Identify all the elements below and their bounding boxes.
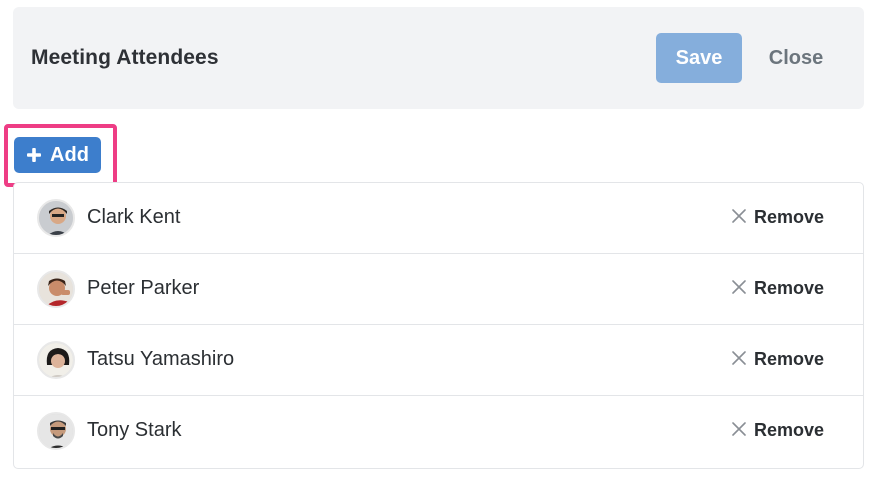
close-x-icon: [732, 207, 746, 228]
attendee-name: Clark Kent: [87, 206, 181, 228]
close-x-icon: [732, 349, 746, 370]
list-item: Tony Stark Remove: [14, 396, 863, 467]
list-item: Clark Kent Remove: [14, 183, 863, 254]
modal-header: Meeting Attendees Save Close: [13, 7, 864, 109]
plus-icon: [26, 147, 42, 163]
remove-button[interactable]: Remove: [732, 278, 824, 299]
save-button[interactable]: Save: [656, 33, 742, 83]
attendee-name: Tony Stark: [87, 419, 182, 441]
close-x-icon: [732, 278, 746, 299]
add-button-label: Add: [50, 143, 89, 166]
avatar: [37, 199, 75, 237]
remove-button[interactable]: Remove: [732, 420, 824, 441]
avatar: [37, 412, 75, 450]
avatar: [37, 270, 75, 308]
avatar: [37, 341, 75, 379]
remove-button[interactable]: Remove: [732, 349, 824, 370]
add-attendee-button[interactable]: Add: [14, 137, 101, 173]
remove-label: Remove: [754, 207, 825, 227]
remove-button[interactable]: Remove: [732, 207, 824, 228]
attendee-name: Tatsu Yamashiro: [87, 348, 235, 370]
page-title: Meeting Attendees: [31, 46, 219, 69]
list-item: Tatsu Yamashiro Remove: [14, 325, 863, 396]
remove-label: Remove: [754, 420, 825, 440]
remove-label: Remove: [754, 278, 825, 298]
remove-label: Remove: [754, 349, 825, 369]
attendee-name: Peter Parker: [87, 277, 200, 299]
attendee-list: Clark Kent Remove Peter Parker Remove Ta…: [13, 182, 864, 469]
close-x-icon: [732, 420, 746, 441]
list-item: Peter Parker Remove: [14, 254, 863, 325]
close-button[interactable]: Close: [758, 33, 834, 83]
